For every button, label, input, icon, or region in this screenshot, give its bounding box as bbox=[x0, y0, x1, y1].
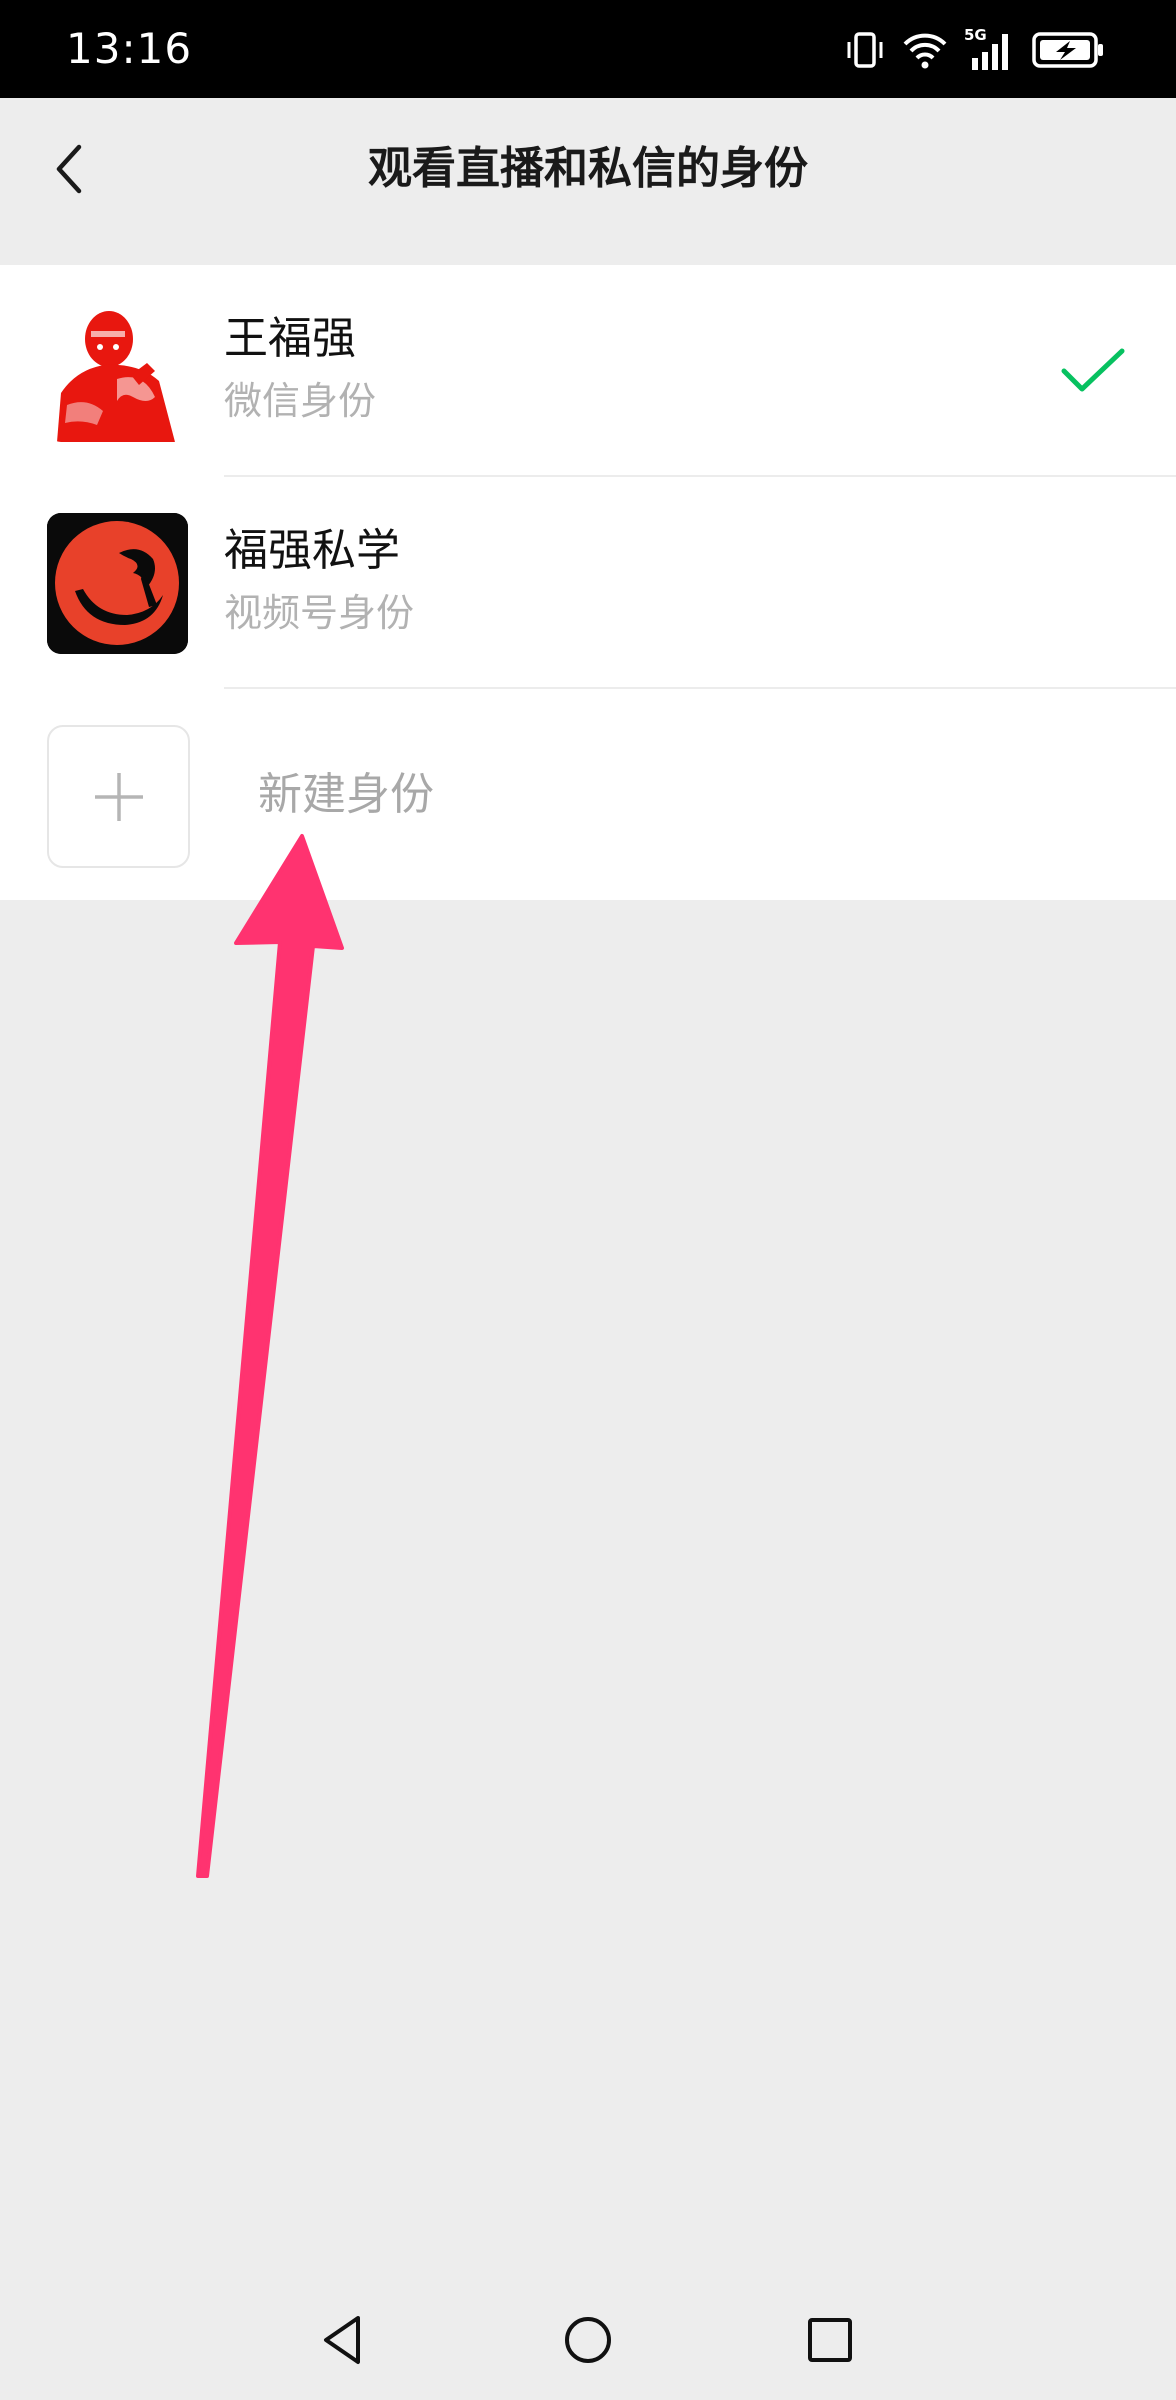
red-circle-logo-avatar bbox=[47, 513, 188, 654]
identity-row-wechat[interactable]: 王福强 微信身份 bbox=[0, 265, 1176, 477]
battery-charging-icon bbox=[1032, 32, 1103, 68]
system-nav-bar bbox=[0, 2280, 1176, 2400]
5g-signal-icon: 5G bbox=[964, 26, 1016, 72]
system-home-button[interactable] bbox=[548, 2300, 628, 2380]
create-identity-row[interactable]: 新建身份 bbox=[0, 689, 1176, 900]
vibrate-icon bbox=[847, 32, 883, 68]
back-triangle-icon bbox=[324, 2316, 360, 2364]
add-identity-button[interactable] bbox=[47, 725, 190, 868]
identity-row-channels[interactable]: 福强私学 视频号身份 bbox=[0, 477, 1176, 689]
identity-name: 王福强 bbox=[224, 313, 356, 364]
chevron-left-icon bbox=[56, 144, 82, 194]
check-icon bbox=[1061, 348, 1125, 392]
system-back-button[interactable] bbox=[302, 2300, 382, 2380]
system-recents-button[interactable] bbox=[790, 2300, 870, 2380]
identity-type: 视频号身份 bbox=[224, 591, 415, 635]
wifi-icon bbox=[903, 33, 947, 69]
status-icons: 5G bbox=[844, 24, 1106, 76]
home-circle-icon bbox=[565, 2317, 611, 2363]
create-identity-label: 新建身份 bbox=[258, 769, 434, 820]
nav-header: 观看直播和私信的身份 bbox=[0, 98, 1176, 240]
status-time: 13:16 bbox=[66, 24, 193, 73]
recents-square-icon bbox=[808, 2318, 852, 2362]
plus-icon bbox=[94, 772, 143, 821]
red-portrait-avatar bbox=[47, 301, 188, 442]
back-button[interactable] bbox=[34, 134, 104, 204]
status-bar: 13:16 5G bbox=[0, 0, 1176, 98]
identity-type: 微信身份 bbox=[224, 379, 377, 423]
identity-list: 王福强 微信身份 福强私学 视频号身份 新建身份 bbox=[0, 265, 1176, 900]
page-title: 观看直播和私信的身份 bbox=[368, 143, 808, 194]
identity-name: 福强私学 bbox=[224, 525, 400, 576]
